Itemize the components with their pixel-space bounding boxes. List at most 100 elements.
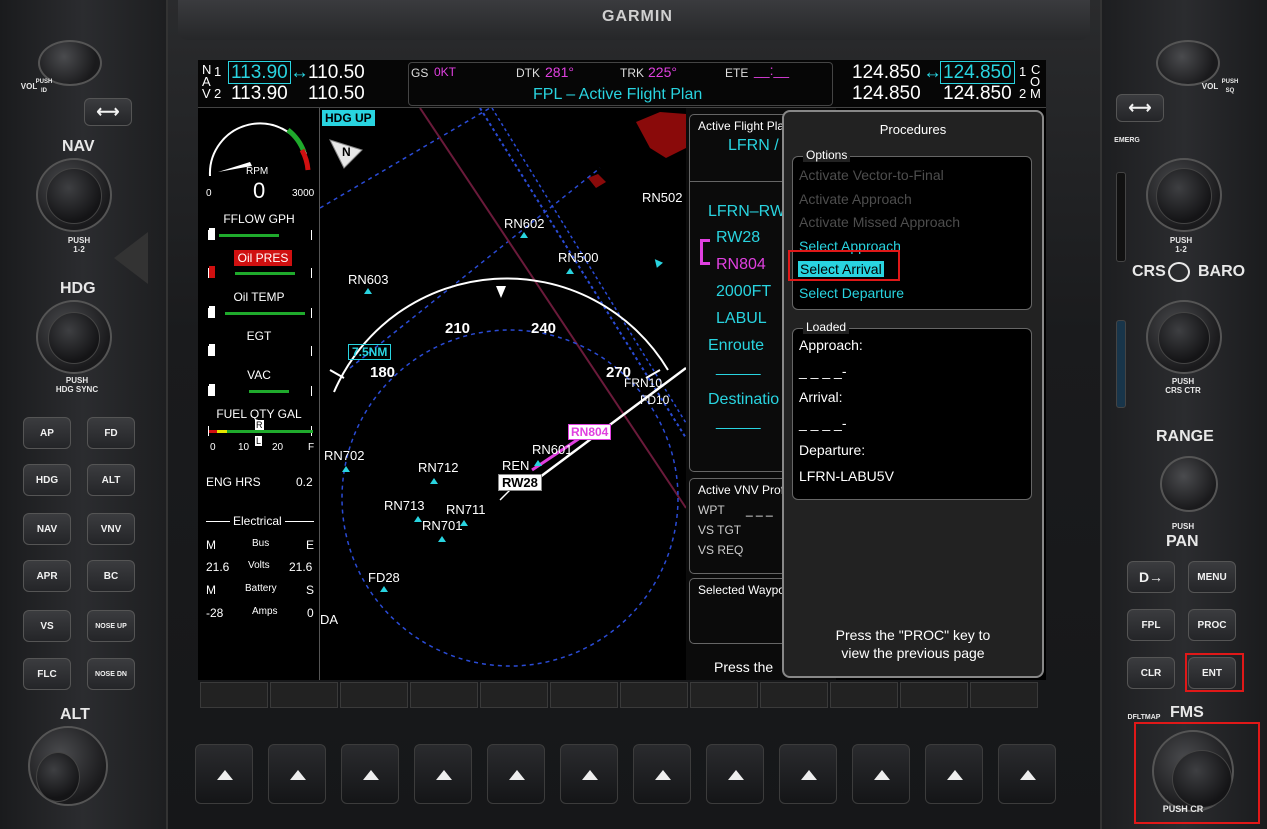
clr-button[interactable]: CLR [1127,657,1175,689]
egt-gauge [208,344,312,356]
fpl-leg-labul[interactable]: LABUL [716,310,767,328]
waypoint-rn500[interactable]: RN500 [558,250,598,265]
waypoint-fd10[interactable]: FD10 [640,393,669,407]
range-pan-knob[interactable] [1160,456,1218,512]
proc-button[interactable]: PROC [1188,609,1236,641]
softkey-7[interactable] [620,682,688,708]
nav2-standby-freq[interactable]: 110.50 [308,83,365,105]
softkey-1[interactable] [200,682,268,708]
waypoint-rn701[interactable]: RN701 [422,518,462,533]
waypoint-rn711[interactable]: RN711 [446,502,486,517]
softkey-9[interactable] [760,682,828,708]
com1-standby-freq[interactable]: 124.850 [852,62,921,84]
map-orientation[interactable]: HDG UP [322,110,375,126]
page-title: FPL – Active Flight Plan [533,86,703,103]
fpl-destination[interactable]: Destinatio [708,391,779,409]
softkey-button-7[interactable] [633,744,691,804]
waypoint-rn712[interactable]: RN712 [418,460,458,475]
waypoint-rn602[interactable]: RN602 [504,216,544,231]
com-knob[interactable] [1146,158,1222,232]
softkey-8[interactable] [690,682,758,708]
vol-knob-right[interactable] [1156,40,1220,86]
hdg-knob[interactable] [36,300,112,374]
loaded-arrival-label: Arrival: [799,389,843,405]
select-departure-option[interactable]: Select Departure [799,285,904,301]
softkey-button-10[interactable] [852,744,910,804]
waypoint-ren[interactable]: REN [502,458,529,473]
vs-button[interactable]: VS [23,610,71,642]
waypoint-rn502[interactable]: RN502 [642,190,682,205]
com-swap-button[interactable]: ⟷ [1116,94,1164,122]
trk-value: 225° [648,64,677,80]
nav-knob[interactable] [36,158,112,232]
softkey-10[interactable] [830,682,898,708]
waypoint-rn804-active[interactable]: RN804 [568,424,612,440]
fpl-button[interactable]: FPL [1127,609,1175,641]
waypoint-frn10[interactable]: FRN10 [624,376,662,390]
com2-active-freq[interactable]: 124.850 [943,83,1012,105]
nose-up-button[interactable]: NOSE UP [87,610,135,642]
fpl-press-text: Press the [714,659,774,675]
softkey-6[interactable] [550,682,618,708]
softkey-5[interactable] [480,682,548,708]
map-graphics [320,108,686,667]
alt-mode-button[interactable]: ALT [87,464,135,496]
direct-to-button[interactable]: D→ [1127,561,1175,593]
softkey-button-11[interactable] [925,744,983,804]
nose-dn-button[interactable]: NOSE DN [87,658,135,690]
softkey-button-12[interactable] [998,744,1056,804]
softkey-button-2[interactable] [268,744,326,804]
com1-active-freq[interactable]: 124.850 [940,61,1015,84]
baro-label: BARO [1198,263,1246,280]
alt-knob[interactable] [28,726,108,806]
softkey-12[interactable] [970,682,1038,708]
nav1-standby-freq[interactable]: 110.50 [308,62,365,84]
fpl-leg-rw28[interactable]: RW28 [716,229,760,247]
electrical-label: Electrical [230,514,285,528]
procedures-title: Procedures [879,122,947,137]
softkey-2[interactable] [270,682,338,708]
fpl-leg-2000ft[interactable]: 2000FT [716,283,771,301]
menu-button[interactable]: MENU [1188,561,1236,593]
softkey-button-6[interactable] [560,744,618,804]
vnv-button[interactable]: VNV [87,513,135,545]
ap-button[interactable]: AP [23,417,71,449]
bc-button[interactable]: BC [87,560,135,592]
softkey-button-9[interactable] [779,744,837,804]
waypoint-rn601[interactable]: RN601 [532,442,572,457]
waypoint-rn702[interactable]: RN702 [324,448,364,463]
flight-plan-route[interactable]: LFRN / [728,137,779,155]
waypoint-rn713[interactable]: RN713 [384,498,424,513]
ete-value: __:__ [754,62,790,78]
fpl-leg-rn804[interactable]: RN804 [716,256,766,274]
softkey-11[interactable] [900,682,968,708]
hdg-mode-button[interactable]: HDG [23,464,71,496]
softkey-3[interactable] [340,682,408,708]
nav1-active-freq[interactable]: 113.90 [228,61,291,84]
com2-standby-freq[interactable]: 124.850 [852,83,921,105]
softkey-button-3[interactable] [341,744,399,804]
waypoint-fd28[interactable]: FD28 [368,570,400,585]
fpl-enroute[interactable]: Enroute [708,337,764,355]
waypoint-da[interactable]: DA [320,612,338,627]
softkey-button-4[interactable] [414,744,472,804]
waypoint-rn603[interactable]: RN603 [348,272,388,287]
apr-button[interactable]: APR [23,560,71,592]
nav-mode-button[interactable]: NAV [23,513,71,545]
map-range[interactable]: 7.5NM [348,344,392,360]
oil-temp-label: Oil TEMP [233,290,285,304]
activate-vector-to-final-option: Activate Vector-to-Final [799,167,944,183]
fd-button[interactable]: FD [87,417,135,449]
softkey-button-5[interactable] [487,744,545,804]
crs-baro-knob[interactable] [1146,300,1222,374]
softkey-4[interactable] [410,682,478,708]
softkey-button-8[interactable] [706,744,764,804]
flc-button[interactable]: FLC [23,658,71,690]
procedures-footer-line1: Press the "PROC" key to [835,627,991,643]
nav-swap-button[interactable]: ⟷ [84,98,132,126]
fpl-leg-departure[interactable]: LFRN–RW [708,203,785,221]
navigation-map[interactable]: HDG UP N 7.5NM 180 210 240 270 RN602 RN5… [320,108,686,680]
runway-rw28[interactable]: RW28 [498,474,542,491]
nav2-active-freq[interactable]: 113.90 [231,83,288,105]
softkey-button-1[interactable] [195,744,253,804]
